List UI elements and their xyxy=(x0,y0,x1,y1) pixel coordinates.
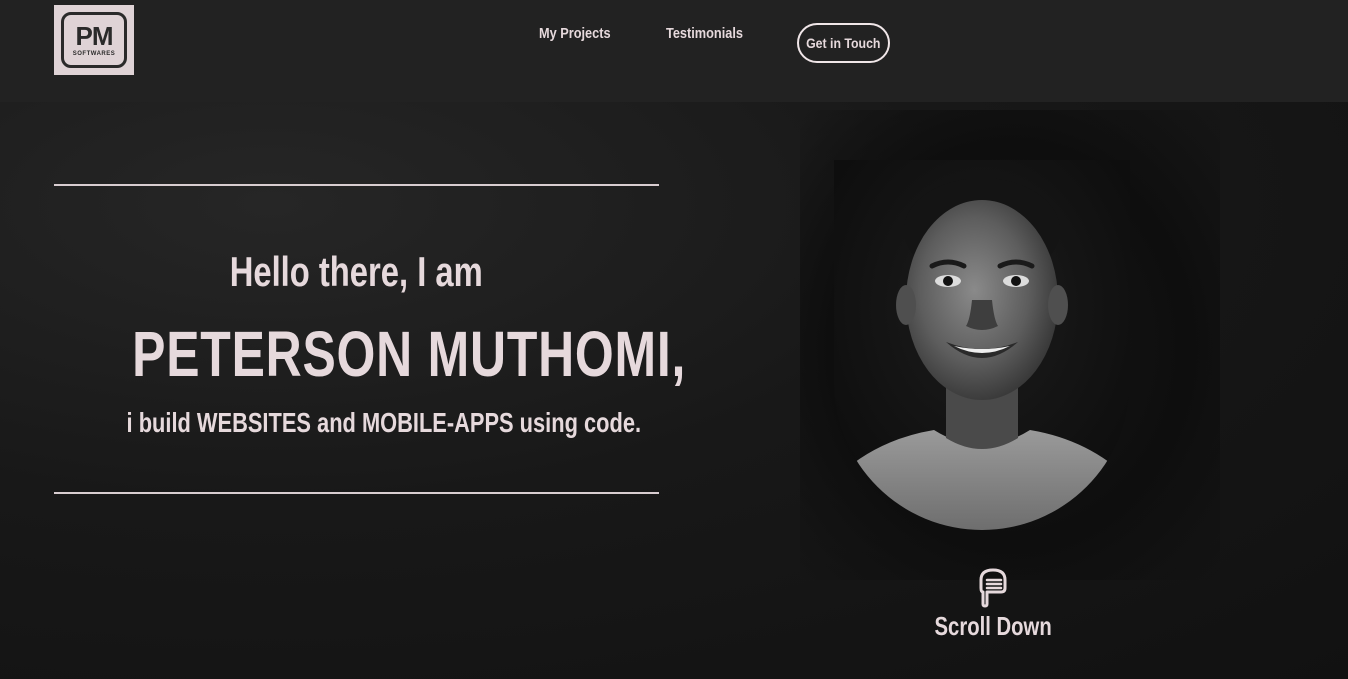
hero-name: PETERSON MUTHOMI, xyxy=(54,316,685,392)
hero-greeting-text: Hello there, I am xyxy=(229,248,484,295)
page: PM SOFTWARES My Projects Testimonials Ge… xyxy=(0,0,1348,679)
nav-link-my-projects[interactable]: My Projects xyxy=(539,25,611,42)
get-in-touch-button[interactable]: Get in Touch xyxy=(797,23,890,63)
hero-divider-bottom xyxy=(54,492,659,494)
scroll-down-text: Scroll Down xyxy=(934,611,1052,641)
logo-badge: PM SOFTWARES xyxy=(61,12,127,68)
nav-link-testimonials[interactable]: Testimonials xyxy=(666,25,743,42)
hero-tagline-text: i build WEBSITES and MOBILE-APPS using c… xyxy=(126,407,642,438)
scroll-down-label[interactable]: Scroll Down xyxy=(900,610,1086,642)
portrait-illustration xyxy=(834,160,1130,530)
logo-mark: PM xyxy=(75,21,114,51)
logo-subtitle: SOFTWARES xyxy=(72,51,116,57)
pointing-down-hand-icon[interactable] xyxy=(975,566,1011,608)
hero-tagline: i build WEBSITES and MOBILE-APPS using c… xyxy=(54,404,659,442)
get-in-touch-label: Get in Touch xyxy=(806,35,881,51)
brand-logo[interactable]: PM SOFTWARES xyxy=(54,5,134,75)
profile-portrait xyxy=(834,160,1130,530)
site-header: PM SOFTWARES My Projects Testimonials Ge… xyxy=(0,0,1348,102)
hero-name-text: PETERSON MUTHOMI, xyxy=(132,318,687,390)
hero-greeting: Hello there, I am xyxy=(54,246,659,298)
hero-divider-top xyxy=(54,184,659,186)
